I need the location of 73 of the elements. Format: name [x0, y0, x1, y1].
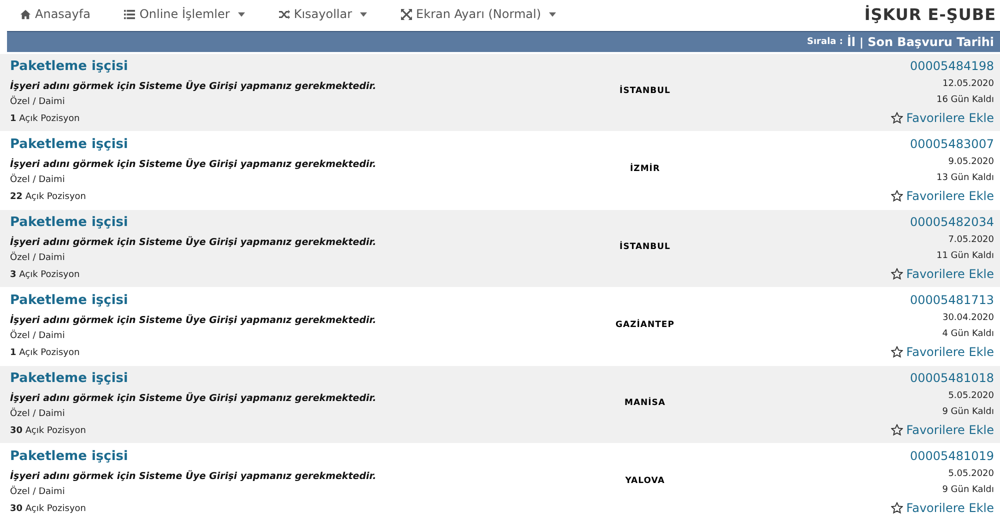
job-id-link[interactable]: 00005482034 [910, 215, 994, 235]
star-icon [891, 346, 904, 358]
job-type: Özel / Daimi [10, 253, 66, 266]
add-favorite-link[interactable]: Favorilere Ekle [891, 267, 994, 281]
position-count: 1 Açık Pozisyon [10, 114, 81, 126]
deadline-date: 7.05.2020 [948, 235, 994, 247]
notice-text: İşyeri adını görmek için Sisteme Üye Girişi yapmanız gerekmektedir. [10, 392, 378, 406]
notice-text: İşyeri adını görmek için Sisteme Üye Girişi yapmanız gerekmektedir. [10, 80, 378, 94]
job-type: Özel / Daimi [10, 409, 66, 422]
city-text: MANİSA [623, 396, 666, 410]
add-favorite-link[interactable]: Favorilere Ekle [891, 423, 994, 437]
list-icon [124, 8, 136, 20]
days-left: 16 Gün Kaldı [936, 95, 994, 107]
job-title-link[interactable]: Paketleme işçisi [10, 293, 530, 315]
home-icon [20, 8, 31, 20]
shuffle-icon [278, 8, 290, 20]
star-icon [891, 502, 904, 514]
nav-menu-item[interactable]: Kısayollar [278, 7, 368, 21]
notice-text: İşyeri adını görmek için Sisteme Üye Girişi yapmanız gerekmektedir. [10, 470, 378, 484]
days-left: 9 Gün Kaldı [942, 485, 994, 497]
city-text: YALOVA [624, 475, 666, 488]
expand-icon [401, 8, 412, 20]
sort-label: Sırala : [806, 37, 843, 47]
sort-link[interactable]: Son Başvuru Tarihi [868, 35, 994, 49]
position-count: 30 Açık Pozisyon [10, 504, 87, 516]
deadline-date: 9.05.2020 [948, 157, 994, 169]
position-count: 3 Açık Pozisyon [10, 270, 81, 282]
sort-link[interactable]: İl [846, 35, 856, 49]
job-title-link[interactable]: Paketleme işçisi [10, 215, 530, 237]
deadline-date: 12.05.2020 [942, 79, 994, 91]
notice-text: İşyeri adını görmek için Sisteme Üye Girişi yapmanız gerekmektedir. [10, 314, 378, 328]
add-favorite-link[interactable]: Favorilere Ekle [891, 189, 994, 203]
job-id-link[interactable]: 00005481019 [910, 449, 994, 469]
star-icon [891, 190, 904, 202]
job-type: Özel / Daimi [10, 487, 66, 500]
star-icon [891, 112, 904, 124]
job-type: Özel / Daimi [10, 97, 66, 110]
city-text: İZMİR [629, 162, 661, 176]
city-text: GAZİANTEP [614, 318, 676, 332]
days-left: 9 Gün Kaldı [942, 407, 994, 419]
position-count: 1 Açık Pozisyon [10, 348, 81, 360]
deadline-date: 5.05.2020 [948, 469, 994, 481]
job-title-link[interactable]: Paketleme işçisi [10, 137, 530, 159]
add-favorite-link[interactable]: Favorilere Ekle [891, 345, 994, 359]
job-title-link[interactable]: Paketleme işçisi [10, 59, 530, 81]
add-favorite-link[interactable]: Favorilere Ekle [891, 111, 994, 125]
job-id-link[interactable]: 00005481713 [910, 293, 994, 313]
city-text: İSTANBUL [618, 240, 672, 254]
notice-text: İşyeri adını görmek için Sisteme Üye Girişi yapmanız gerekmektedir. [10, 236, 378, 250]
nav-menu-item[interactable]: Ekran Ayarı (Normal) [401, 7, 556, 21]
job-title-link[interactable]: Paketleme işçisi [10, 371, 530, 393]
position-count: 22 Açık Pozisyon [10, 192, 87, 204]
job-id-link[interactable]: 00005484198 [910, 59, 994, 79]
deadline-date: 30.04.2020 [942, 313, 994, 325]
job-type: Özel / Daimi [10, 175, 66, 188]
job-id-link[interactable]: 00005481018 [910, 371, 994, 391]
notice-text: İşyeri adını görmek için Sisteme Üye Girişi yapmanız gerekmektedir. [10, 158, 378, 172]
job-id-link[interactable]: 00005483007 [910, 137, 994, 157]
job-title-link[interactable]: Paketleme işçisi [10, 449, 530, 471]
nav-menu-item[interactable]: Online İşlemler [124, 7, 245, 21]
days-left: 4 Gün Kaldı [942, 329, 994, 341]
days-left: 13 Gün Kaldı [936, 173, 994, 185]
position-count: 30 Açık Pozisyon [10, 426, 87, 438]
separator: | [860, 36, 864, 48]
star-icon [891, 424, 904, 436]
add-favorite-link[interactable]: Favorilere Ekle [891, 501, 994, 515]
nav-menu-item[interactable]: Anasayfa [20, 7, 90, 21]
star-icon [891, 268, 904, 280]
site-title: İŞKUR E-ŞUBE [864, 4, 996, 24]
city-text: İSTANBUL [618, 84, 672, 98]
days-left: 11 Gün Kaldı [936, 251, 994, 263]
deadline-date: 5.05.2020 [948, 391, 994, 403]
job-type: Özel / Daimi [10, 331, 66, 344]
